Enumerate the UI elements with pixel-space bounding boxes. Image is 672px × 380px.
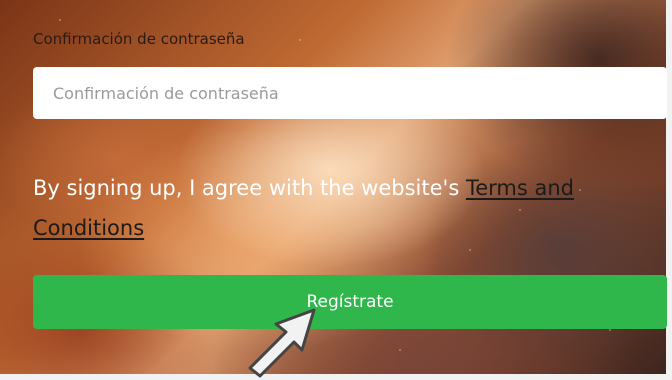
password-confirm-input[interactable]	[33, 67, 667, 119]
password-confirm-label: Confirmación de contraseña	[33, 30, 245, 48]
terms-notice: By signing up, I agree with the website'…	[33, 168, 663, 248]
page-edge-bottom	[0, 374, 672, 380]
terms-text: By signing up, I agree with the website'…	[33, 176, 466, 200]
register-button[interactable]: Regístrate	[33, 275, 667, 329]
arrow-cursor-icon	[248, 308, 316, 378]
